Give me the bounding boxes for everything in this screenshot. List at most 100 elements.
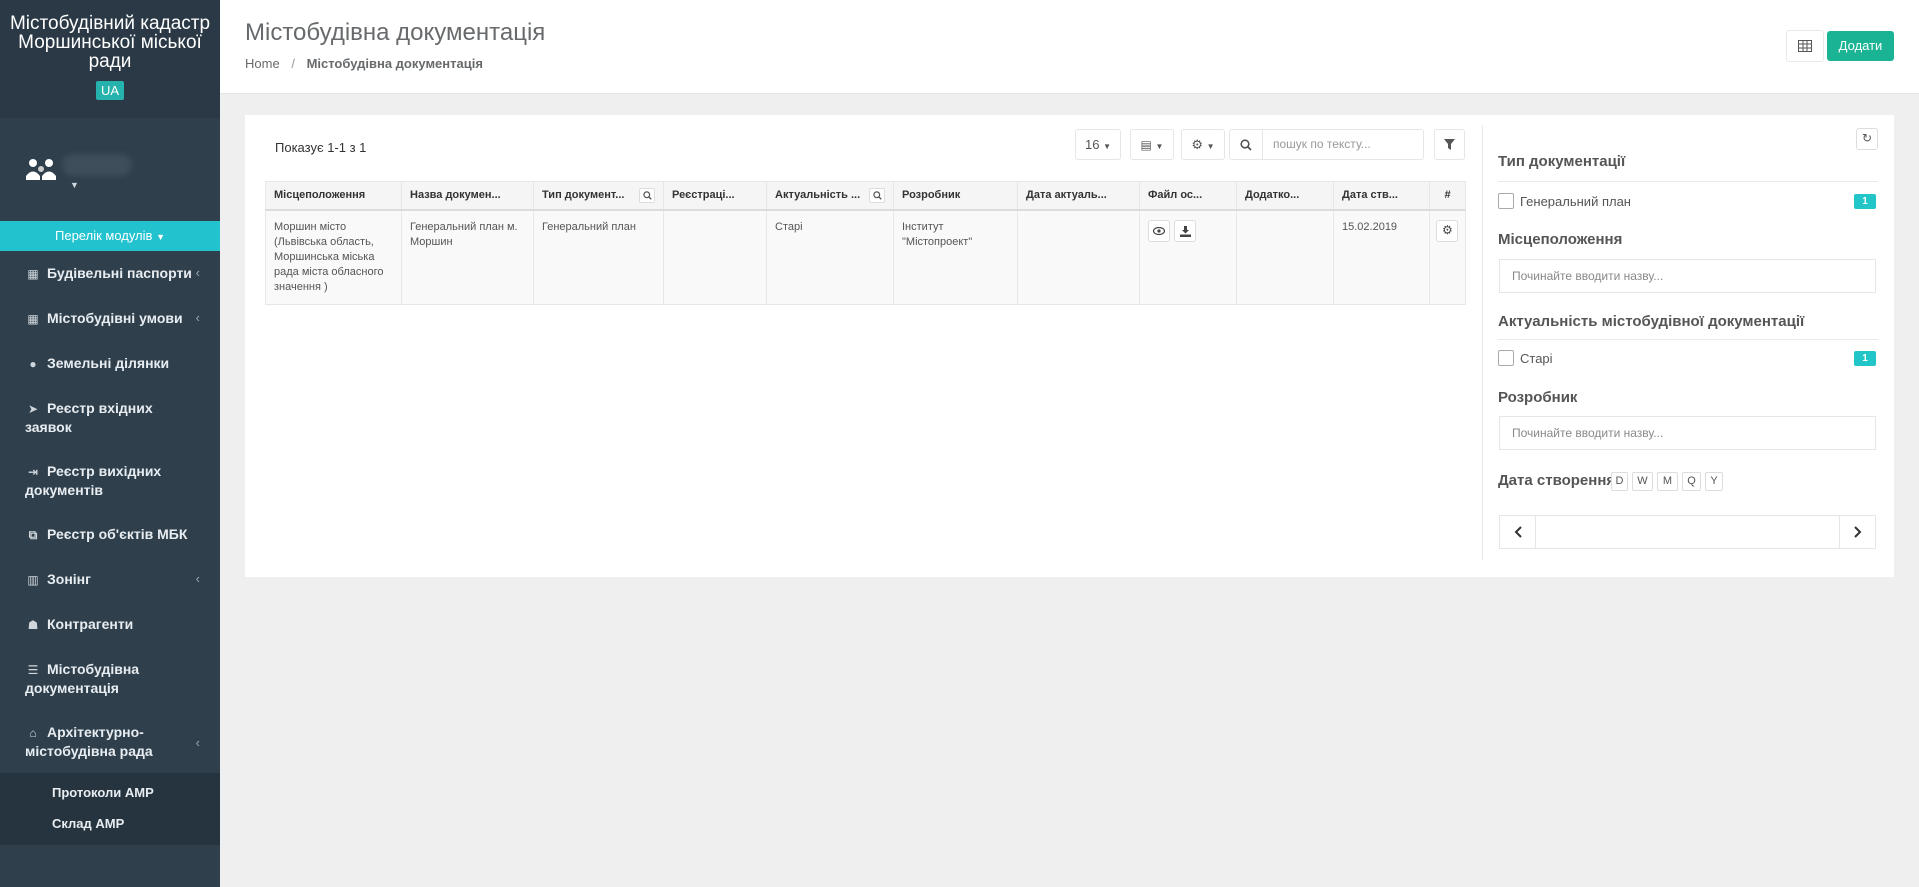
- architecture-council-submenu: Протоколи АМР Склад АМР: [0, 773, 220, 845]
- sidebar-item-urban-conditions[interactable]: ▦ Містобудівні умови ‹: [0, 296, 220, 341]
- sidebar-item-building-passports[interactable]: ▦ Будівельні паспорти ‹: [0, 251, 220, 296]
- content-panel: Показує 1-1 з 1 16 ▼ ▤ ▼ ⚙ ▼ пошук по те…: [245, 115, 1894, 577]
- cell-developer: Інститут "Містопроект": [893, 209, 1018, 305]
- grid-view-button[interactable]: [1786, 30, 1824, 62]
- breadcrumb-home[interactable]: Home: [245, 56, 280, 71]
- column-header[interactable]: Дата актуаль...: [1017, 181, 1140, 211]
- globe-icon: ●: [29, 357, 37, 371]
- submenu-item-amr-protocols[interactable]: Протоколи АМР: [0, 777, 220, 808]
- caret-down-icon: ▼: [1206, 142, 1215, 151]
- columns-toggle-dropdown[interactable]: ▤ ▼: [1130, 129, 1174, 160]
- filter-title-location: Місцеположення: [1498, 231, 1623, 248]
- column-header[interactable]: Дата ств...: [1333, 181, 1430, 211]
- column-header[interactable]: Назва докумен...: [401, 181, 534, 211]
- count-badge: 1: [1854, 351, 1876, 366]
- gear-icon: ⚙: [1191, 137, 1204, 152]
- developer-input[interactable]: Починайте вводити назву...: [1499, 416, 1876, 450]
- chevron-right-icon: [1853, 526, 1861, 538]
- sidebar-item-label: Містобудівні умови: [47, 310, 183, 326]
- filter-title-relevance: Актуальність містобудівної документації: [1498, 313, 1805, 330]
- sign-out-icon: ⇥: [27, 465, 39, 479]
- table-header-row: Місцеположення Назва докумен... Тип доку…: [265, 181, 1466, 211]
- table-row[interactable]: Моршин місто (Львівська область, Моршинс…: [265, 209, 1466, 305]
- brand: Містобудівний кадастр Моршинської місько…: [0, 0, 220, 118]
- column-header[interactable]: Тип документ...: [533, 181, 664, 211]
- sidebar-item-incoming-register[interactable]: ➤ Реєстр вхідних заявок: [0, 386, 220, 449]
- main-menu: ▦ Будівельні паспорти ‹ ▦ Містобудівні умо…: [0, 251, 220, 773]
- cell-type: Генеральний план: [533, 209, 664, 305]
- column-header[interactable]: Актуальність ...: [766, 181, 894, 211]
- location-input[interactable]: Починайте вводити назву...: [1499, 259, 1876, 293]
- column-header-label: Актуальність ...: [775, 189, 861, 202]
- institution-icon: ⌂: [29, 726, 37, 740]
- sidebar-item-label: Архітектурно-містобудівна рада: [25, 724, 153, 759]
- period-week-button[interactable]: W: [1632, 472, 1653, 491]
- users-icon: ☗: [27, 618, 39, 632]
- search-button[interactable]: [1229, 129, 1263, 160]
- sidebar-item-mbk-objects[interactable]: ⧉ Реєстр об'єктів МБК: [0, 512, 220, 557]
- checkbox-label: Старі: [1520, 351, 1553, 366]
- page-size-value: 16: [1084, 137, 1100, 152]
- filter-panel: ↻ Тип документації Генеральний план 1 Мі…: [1482, 125, 1878, 560]
- download-file-button[interactable]: [1174, 219, 1196, 242]
- refresh-filters-button[interactable]: ↻: [1856, 128, 1878, 150]
- sidebar-item-label: Контрагенти: [47, 616, 134, 632]
- sidebar-item-land-plots[interactable]: ● Земельні ділянки: [0, 341, 220, 386]
- period-day-button[interactable]: D: [1611, 472, 1628, 491]
- sidebar-item-label: Земельні ділянки: [47, 355, 170, 371]
- modules-list-button[interactable]: Перелік модулів ▼: [0, 221, 220, 251]
- column-search-button[interactable]: [639, 188, 655, 203]
- column-header[interactable]: Місцеположення: [265, 181, 402, 211]
- cell-registration: [663, 209, 767, 305]
- sidebar-item-label: Містобудівна документація: [25, 661, 140, 696]
- search-input[interactable]: пошук по тексту...: [1262, 129, 1424, 160]
- row-settings-button[interactable]: ⚙: [1436, 219, 1458, 242]
- sidebar-item-urban-documentation[interactable]: ☰ Містобудівна документація: [0, 647, 220, 710]
- column-header[interactable]: Додатко...: [1236, 181, 1334, 211]
- column-header-label: Тип документ...: [542, 189, 625, 202]
- count-badge: 1: [1854, 194, 1876, 209]
- sidebar-item-zoning[interactable]: ▥ Зонінг ‹: [0, 557, 220, 602]
- period-quarter-button[interactable]: Q: [1682, 472, 1701, 491]
- column-header[interactable]: Розробник: [893, 181, 1018, 211]
- sidebar-item-label: Реєстр вхідних заявок: [25, 400, 153, 435]
- sidebar-item-counterparties[interactable]: ☗ Контрагенти: [0, 602, 220, 647]
- checkbox-label: Генеральний план: [1520, 194, 1631, 209]
- sidebar-item-outgoing-register[interactable]: ⇥ Реєстр вихідних документів: [0, 449, 220, 512]
- building-icon: ▦: [27, 267, 39, 281]
- caret-down-icon[interactable]: ▼: [70, 180, 79, 190]
- sidebar: Містобудівний кадастр Моршинської місько…: [0, 0, 220, 887]
- page-size-dropdown[interactable]: 16 ▼: [1075, 129, 1121, 160]
- cell-name: Генеральний план м. Моршин: [401, 209, 534, 305]
- settings-dropdown[interactable]: ⚙ ▼: [1181, 129, 1225, 160]
- records-shown-count: Показує 1-1 з 1: [275, 140, 367, 155]
- user-profile[interactable]: ▼: [0, 118, 220, 221]
- cell-actions: ⚙: [1429, 209, 1466, 305]
- period-year-button[interactable]: Y: [1705, 472, 1723, 491]
- submenu-item-amr-composition[interactable]: Склад АМР: [0, 808, 220, 839]
- table-icon: [1798, 40, 1812, 52]
- column-header[interactable]: Реєстраці...: [663, 181, 767, 211]
- caret-down-icon: ▼: [1103, 142, 1111, 151]
- date-navigator: [1499, 515, 1876, 549]
- brand-title: Містобудівний кадастр Моршинської місько…: [9, 13, 211, 72]
- date-next-button[interactable]: [1839, 516, 1875, 548]
- date-prev-button[interactable]: [1500, 516, 1536, 548]
- building-icon: ▦: [27, 312, 39, 326]
- filter-button[interactable]: [1434, 129, 1465, 160]
- add-button[interactable]: Додати: [1827, 31, 1894, 61]
- column-header[interactable]: Файл ос...: [1139, 181, 1237, 211]
- gear-icon: ⚙: [1442, 222, 1453, 237]
- checkbox-general-plan[interactable]: [1498, 193, 1514, 209]
- sidebar-item-architecture-council[interactable]: ⌂ Архітектурно-містобудівна рада ‹: [0, 710, 220, 773]
- chevron-left-icon: [1514, 526, 1522, 538]
- eye-icon: [1153, 226, 1165, 235]
- language-badge[interactable]: UA: [95, 81, 125, 100]
- checkbox-old[interactable]: [1498, 350, 1514, 366]
- search-icon: [873, 191, 882, 200]
- period-month-button[interactable]: M: [1657, 472, 1678, 491]
- filter-title-developer: Розробник: [1498, 389, 1578, 406]
- column-search-button[interactable]: [869, 188, 885, 203]
- view-file-button[interactable]: [1148, 219, 1170, 242]
- sidebar-item-label: Зонінг: [47, 571, 91, 587]
